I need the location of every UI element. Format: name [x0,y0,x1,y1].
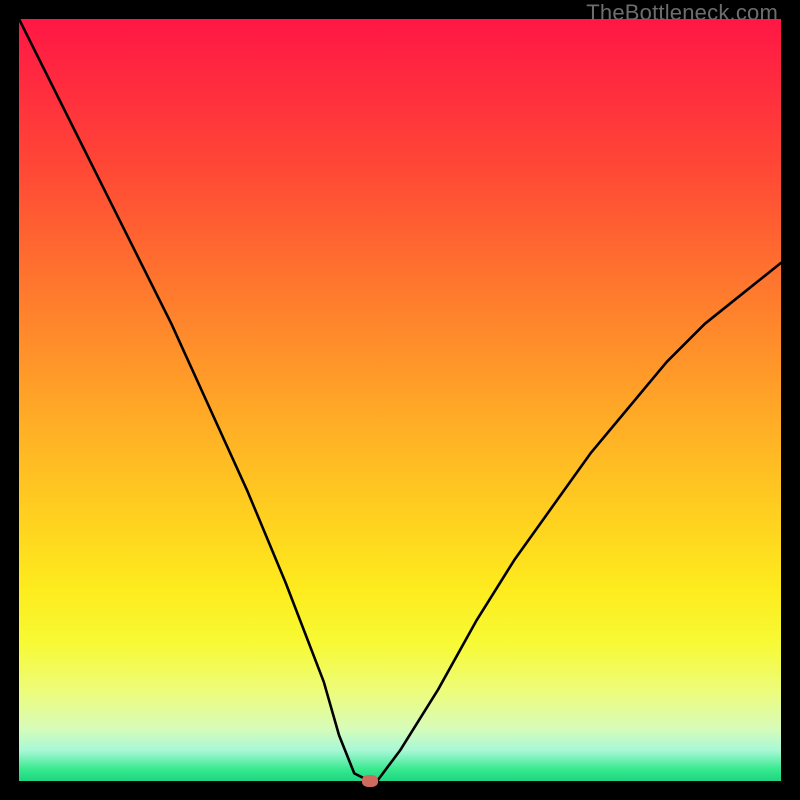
bottleneck-curve [19,19,781,781]
optimal-point-marker [362,775,378,787]
plot-area [19,19,781,781]
watermark-text: TheBottleneck.com [586,0,778,26]
chart-frame: TheBottleneck.com [0,0,800,800]
